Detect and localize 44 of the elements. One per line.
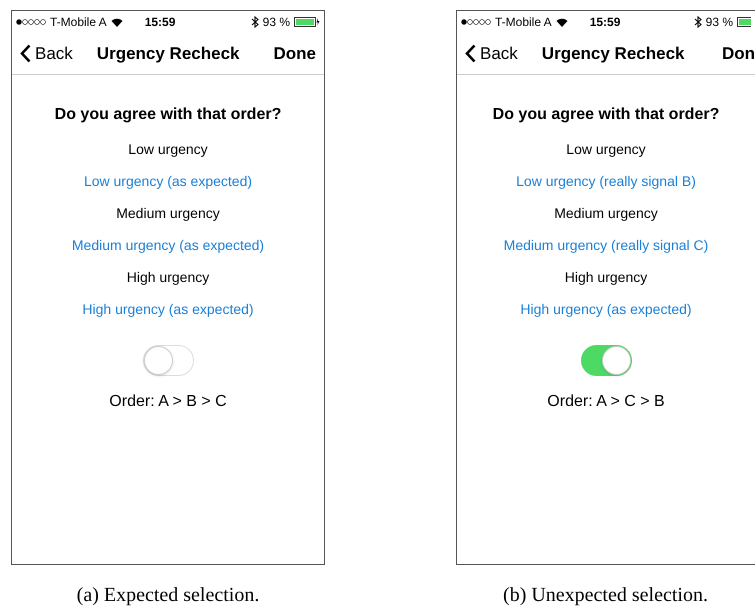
order-result: Order: A > B > C [109,392,227,412]
battery-percent: 93 % [706,14,733,31]
done-button[interactable]: Done [274,40,324,66]
urgency-option-link[interactable]: Medium urgency (as expected) [72,235,264,255]
urgency-label: Low urgency [566,140,646,159]
chevron-left-icon [465,44,476,63]
order-result: Order: A > C > B [547,392,665,412]
bluetooth-icon [694,16,702,28]
urgency-label: High urgency [126,268,210,287]
battery-icon [737,17,751,27]
wifi-icon [556,18,568,26]
urgency-option-link[interactable]: Medium urgency (really signal C) [504,235,708,255]
urgency-option-link[interactable]: Low urgency (as expected) [84,171,252,191]
status-time: 15:59 [144,14,176,31]
figure-caption: (a) Expected selection. [76,583,260,606]
back-button[interactable]: Back [12,40,77,66]
toggle-knob [144,346,172,375]
chevron-left-icon [20,44,31,63]
battery-percent: 93 % [262,14,290,31]
screen-title: Urgency Recheck [96,42,240,65]
urgency-label: High urgency [564,268,648,287]
battery-icon [294,17,320,27]
urgency-label: Medium urgency [554,204,658,223]
urgency-option-link[interactable]: Low urgency (really signal B) [516,171,696,191]
signal-icon [461,19,491,25]
done-button[interactable]: Don [722,40,755,66]
bluetooth-icon [250,16,259,28]
order-toggle[interactable] [580,345,632,376]
urgency-option-link[interactable]: High urgency (as expected) [82,299,254,319]
order-toggle[interactable] [142,345,194,376]
carrier-label: T-Mobile A [495,14,552,31]
question-heading: Do you agree with that order? [492,105,720,125]
status-time: 15:59 [590,14,620,31]
carrier-label: T-Mobile A [50,14,107,31]
wifi-icon [110,18,123,26]
question-heading: Do you agree with that order? [54,105,282,125]
signal-icon [16,19,46,25]
figure-caption: (b) Unexpected selection. [503,583,708,606]
toggle-knob [602,346,630,375]
urgency-option-link[interactable]: High urgency (as expected) [520,299,692,319]
back-button[interactable]: Back [457,40,522,66]
urgency-label: Low urgency [128,140,208,159]
urgency-label: Medium urgency [116,204,220,223]
screen-title: Urgency Recheck [542,42,684,65]
